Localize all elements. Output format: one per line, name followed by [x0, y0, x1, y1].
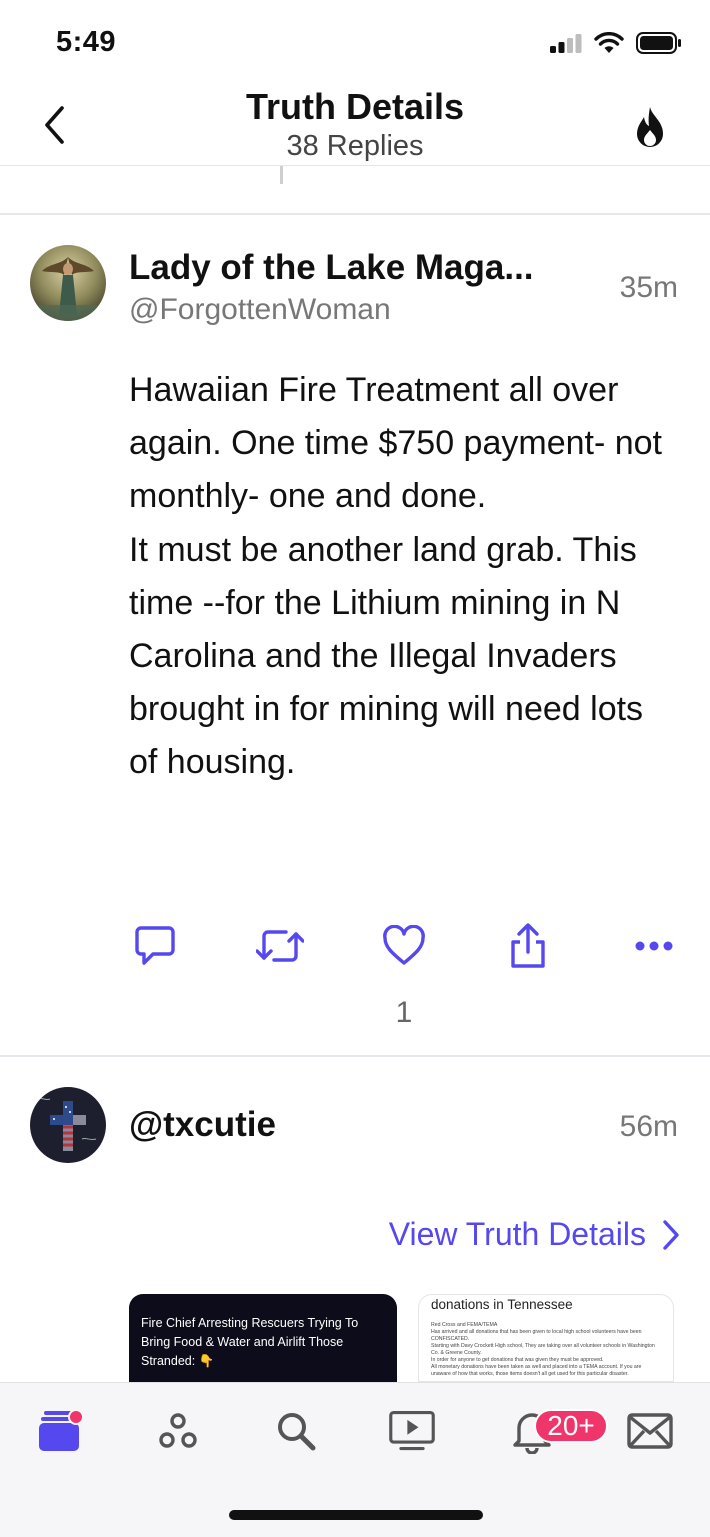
status-icons: [550, 32, 682, 54]
tab-search[interactable]: [272, 1407, 320, 1455]
mail-icon: [627, 1413, 673, 1449]
media-card[interactable]: Fire Chief Arresting Rescuers Trying To …: [129, 1294, 397, 1382]
display-name[interactable]: Lady of the Lake Maga...: [129, 248, 534, 288]
tab-video[interactable]: [388, 1407, 436, 1455]
divider: [0, 213, 710, 215]
home-indicator: [229, 1510, 483, 1520]
repost-icon: [256, 930, 304, 962]
reply-count: 38 Replies: [286, 130, 424, 162]
share-icon: [511, 923, 545, 968]
search-icon: [278, 1413, 316, 1451]
media-card[interactable]: donations in Tennessee Red Cross and FEM…: [418, 1294, 674, 1382]
video-icon: [389, 1410, 435, 1451]
flame-icon: [637, 107, 663, 147]
username[interactable]: @txcutie: [129, 1105, 276, 1145]
groups-icon: [159, 1413, 197, 1448]
status-bar: 5:49: [0, 0, 710, 80]
share-button[interactable]: [504, 922, 552, 970]
divider: [0, 1055, 710, 1057]
media-caption: Fire Chief Arresting Rescuers Trying To …: [141, 1316, 359, 1368]
avatar[interactable]: [30, 1087, 106, 1163]
media-title: donations in Tennessee: [431, 1297, 573, 1312]
tab-groups[interactable]: [154, 1407, 202, 1455]
battery-icon: [636, 32, 681, 54]
like-count: 1: [395, 996, 413, 1029]
comment-icon: [135, 926, 175, 965]
post-time: 35m: [619, 271, 678, 304]
cellular-signal-icon: [550, 34, 582, 53]
retruth-button[interactable]: [256, 922, 304, 970]
home-feed-icon: [39, 1409, 84, 1451]
page-title: Truth Details: [245, 86, 465, 127]
heart-icon: [383, 925, 425, 965]
header: Truth Details 38 Replies: [0, 80, 710, 166]
username[interactable]: @ForgottenWoman: [129, 293, 391, 327]
tab-home[interactable]: [36, 1407, 84, 1455]
media-text: Red Cross and FEMA/TEMA Has arrived and …: [431, 1322, 655, 1377]
post-actions: [0, 922, 710, 978]
view-truth-details-link[interactable]: View Truth Details: [389, 1216, 680, 1253]
more-button[interactable]: [630, 922, 678, 970]
wifi-icon: [594, 32, 624, 53]
tab-messages[interactable]: [626, 1407, 674, 1455]
view-details-label: View Truth Details: [388, 1216, 646, 1252]
reply-button[interactable]: [131, 922, 179, 970]
avatar[interactable]: [30, 245, 106, 321]
thread-connector: [280, 166, 283, 184]
notification-badge: 20+: [534, 1409, 608, 1443]
more-icon: [635, 941, 673, 951]
status-time: 5:49: [56, 26, 117, 58]
trending-button[interactable]: [630, 104, 670, 152]
post-text: Hawaiian Fire Treatment all over again. …: [129, 371, 662, 782]
chevron-right-icon: [663, 1219, 679, 1250]
post-time: 56m: [619, 1110, 678, 1143]
like-button[interactable]: [380, 922, 428, 970]
